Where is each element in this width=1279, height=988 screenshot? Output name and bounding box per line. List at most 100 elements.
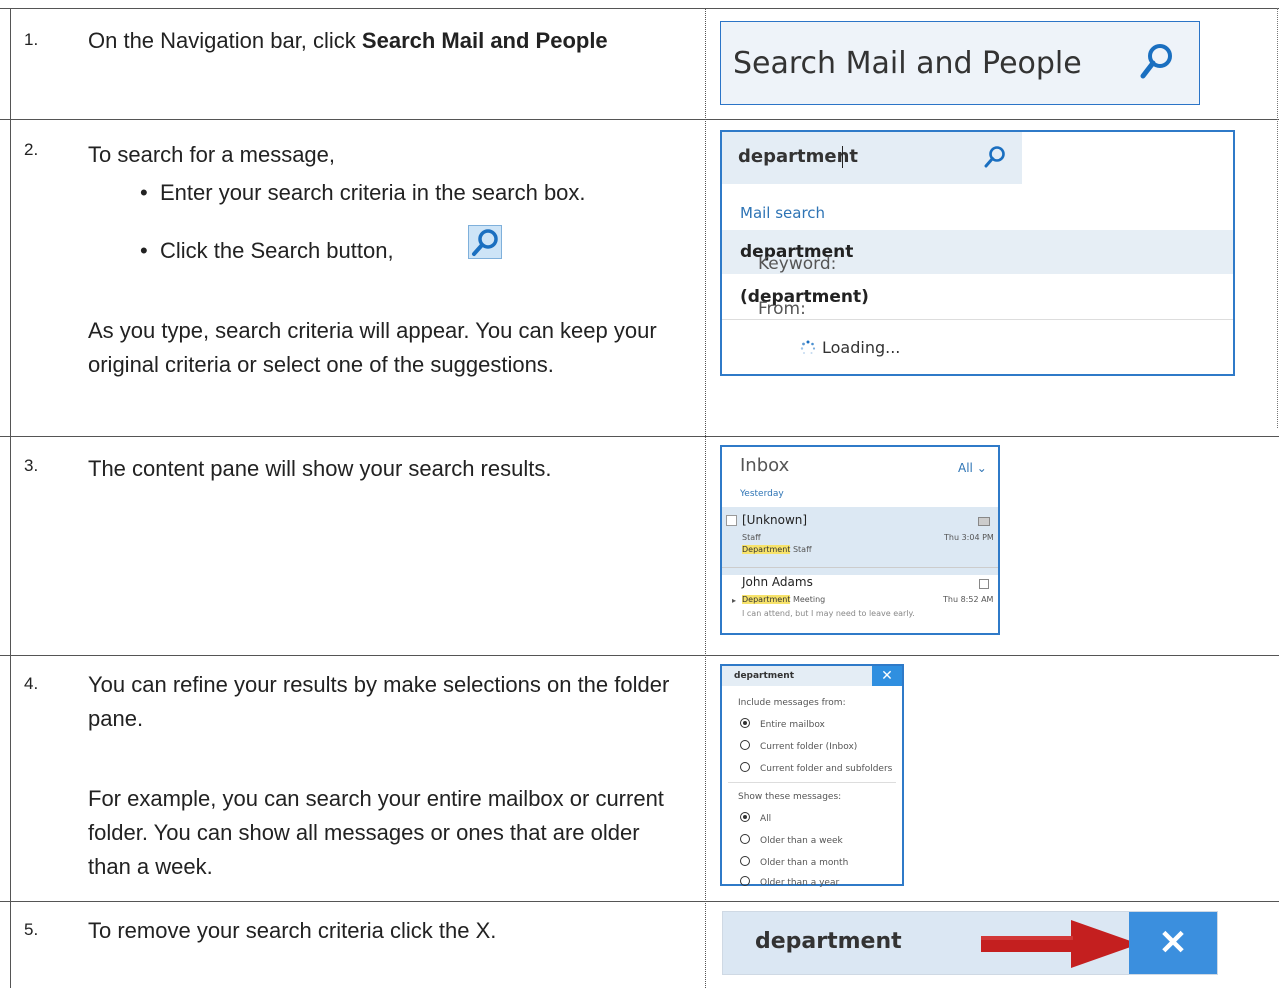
search-highlight: Department xyxy=(742,545,791,554)
loading-spinner-icon xyxy=(800,340,816,360)
table-middle-border xyxy=(705,8,706,988)
option-label: Older than a year xyxy=(760,878,840,888)
step-number: 2. xyxy=(24,140,39,159)
show-label: Show these messages: xyxy=(738,792,842,802)
option-label: Current folder and subfolders xyxy=(760,764,893,774)
suggestion-label: Keyword: xyxy=(758,254,837,274)
step-text: On the Navigation bar, click Search Mail… xyxy=(88,24,668,58)
search-query: department xyxy=(755,929,902,954)
search-placeholder: Search Mail and People xyxy=(733,46,1082,81)
row-divider xyxy=(0,119,1279,120)
preview-rest: Staff xyxy=(790,545,812,554)
step-text: The content pane will show your search r… xyxy=(88,456,552,481)
loading-text: Loading... xyxy=(822,338,901,357)
message-preview: Department Staff xyxy=(742,545,812,554)
close-icon[interactable]: ✕ xyxy=(872,666,902,686)
step-number: 5. xyxy=(24,920,39,939)
option-label: Current folder (Inbox) xyxy=(760,742,858,752)
clear-search-button[interactable]: ✕ xyxy=(1129,912,1217,974)
show-option-week[interactable]: Older than a week xyxy=(740,834,843,846)
step-number: 3. xyxy=(24,456,39,475)
include-option-subfolders[interactable]: Current folder and subfolders xyxy=(740,762,892,774)
message-subject: Staff xyxy=(742,533,761,542)
folder-title: Inbox xyxy=(740,455,790,476)
step-text-plain: On the Navigation bar, click xyxy=(88,28,362,53)
calendar-icon xyxy=(979,579,989,589)
radio[interactable] xyxy=(740,762,750,772)
search-mail-box[interactable]: Search Mail and People xyxy=(720,21,1200,105)
filter-label: All xyxy=(958,461,973,475)
mail-search-label: Mail search xyxy=(740,204,826,222)
bullet-item: Click the Search button, xyxy=(140,234,700,268)
option-label: Older than a week xyxy=(760,836,843,846)
step-note: As you type, search criteria will appear… xyxy=(88,318,657,377)
step-bullets: Enter your search criteria in the search… xyxy=(140,176,700,268)
filter-dropdown[interactable]: All ⌄ xyxy=(958,461,987,475)
bullet-text: Enter your search criteria in the search… xyxy=(160,180,586,205)
bullet-text: Click the Search button, xyxy=(160,238,394,263)
active-search-bar: department ✕ xyxy=(722,911,1218,975)
step-note: For example, you can search your entire … xyxy=(88,786,664,879)
refine-header: department ✕ xyxy=(722,666,902,686)
row-divider xyxy=(0,655,1279,656)
radio[interactable] xyxy=(740,740,750,750)
radio-selected[interactable] xyxy=(740,812,750,822)
include-option-current[interactable]: Current folder (Inbox) xyxy=(740,740,857,752)
search-icon[interactable] xyxy=(1139,42,1175,87)
search-query: department xyxy=(734,671,794,681)
subject-rest: Meeting xyxy=(790,595,826,604)
expand-arrow-icon[interactable]: ▸ xyxy=(732,596,736,605)
step-number: 4. xyxy=(24,674,39,693)
search-query: department xyxy=(738,146,858,167)
radio[interactable] xyxy=(740,834,750,844)
row-divider xyxy=(0,901,1279,902)
radio[interactable] xyxy=(740,856,750,866)
message-checkbox[interactable] xyxy=(726,515,737,526)
suggestion-from[interactable]: From: (department) xyxy=(722,275,1233,320)
bullet-item: Enter your search criteria in the search… xyxy=(140,176,700,210)
message-subject: Department Meeting xyxy=(742,595,825,604)
message-preview: I can attend, but I may need to leave ea… xyxy=(742,609,915,618)
table-left-border xyxy=(10,8,11,988)
step-text: To remove your search criteria click the… xyxy=(88,918,497,943)
suggestion-keyword[interactable]: Keyword: department xyxy=(722,230,1233,274)
message-time: Thu 3:04 PM xyxy=(944,533,994,542)
text-caret xyxy=(842,146,843,168)
search-button-icon xyxy=(468,225,502,259)
show-option-year[interactable]: Older than a year xyxy=(740,876,839,888)
include-option-entire[interactable]: Entire mailbox xyxy=(740,718,825,730)
message-sender: [Unknown] xyxy=(742,513,808,527)
contact-card-icon xyxy=(978,517,990,526)
group-header: Yesterday xyxy=(740,489,784,499)
option-label: Entire mailbox xyxy=(760,720,825,730)
row-divider xyxy=(0,8,1279,9)
radio-selected[interactable] xyxy=(740,718,750,728)
search-suggestions-panel: department Mail search Keyword: departme… xyxy=(720,130,1235,376)
show-option-month[interactable]: Older than a month xyxy=(740,856,848,868)
refine-search-pane: department ✕ Include messages from: Enti… xyxy=(720,664,904,888)
red-arrow-icon xyxy=(981,918,1141,975)
include-label: Include messages from: xyxy=(738,698,846,708)
row-divider xyxy=(0,436,1279,437)
option-label: All xyxy=(760,814,772,824)
step-intro: To search for a message, xyxy=(88,142,336,167)
search-highlight: Department xyxy=(742,595,791,604)
suggestion-text: From: (department) xyxy=(740,287,869,319)
message-divider xyxy=(722,567,998,568)
radio[interactable] xyxy=(740,876,750,886)
section-divider xyxy=(728,782,896,783)
search-input[interactable]: department xyxy=(722,132,1022,184)
step-text: You can refine your results by make sele… xyxy=(88,672,670,731)
chevron-down-icon: ⌄ xyxy=(976,461,987,475)
option-label: Older than a month xyxy=(760,858,849,868)
table-right-border xyxy=(1277,8,1278,428)
show-option-all[interactable]: All xyxy=(740,812,771,824)
suggestion-text: Keyword: department xyxy=(740,242,853,274)
inbox-results-pane: Inbox All ⌄ Yesterday [Unknown] Staff Th… xyxy=(720,445,1000,635)
message-time: Thu 8:52 AM xyxy=(943,595,994,604)
step-number: 1. xyxy=(24,30,39,49)
search-icon[interactable] xyxy=(984,145,1006,173)
step-text-bold: Search Mail and People xyxy=(361,28,608,53)
message-sender: John Adams xyxy=(742,575,813,589)
suggestion-label: From: xyxy=(758,299,806,319)
